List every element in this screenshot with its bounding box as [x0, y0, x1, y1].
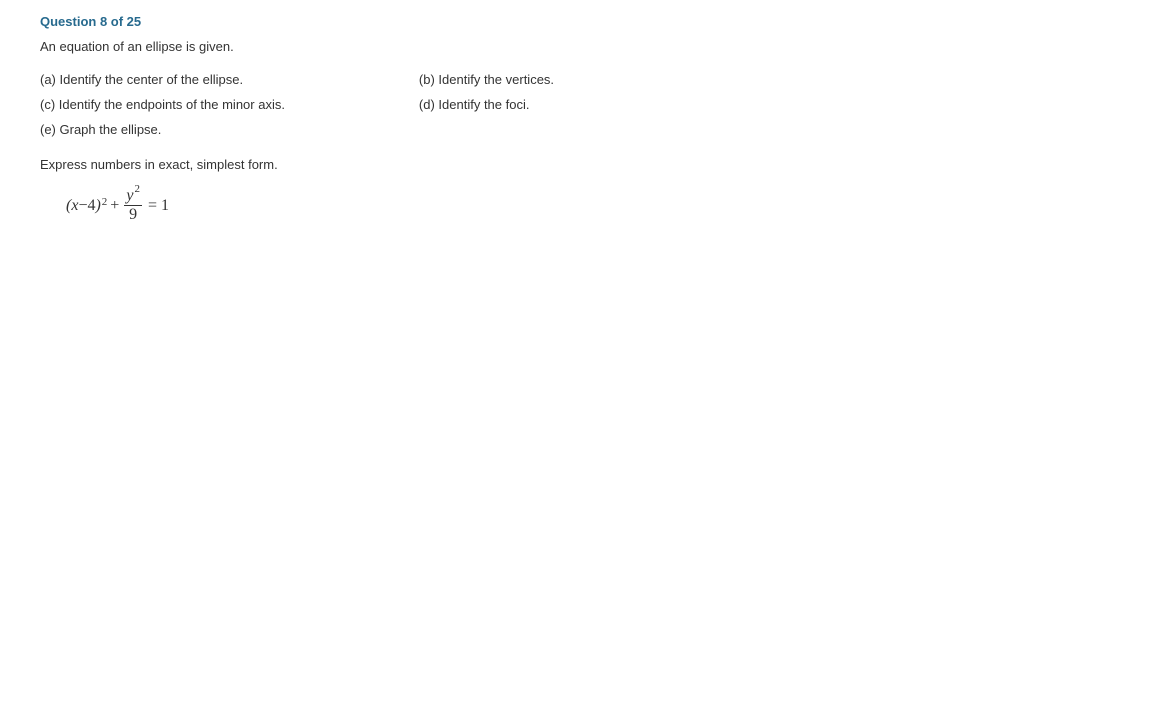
minus-sign: −: [78, 197, 87, 215]
part-d: (d) Identify the foci.: [419, 97, 660, 112]
rhs-value: 1: [161, 197, 169, 214]
right-paren: ): [95, 197, 100, 215]
squared-2: 2: [134, 184, 140, 195]
part-b: (b) Identify the vertices.: [419, 72, 660, 87]
x-variable: x: [71, 197, 78, 215]
parts-list: (a) Identify the center of the ellipse. …: [40, 72, 660, 137]
equals-sign: =: [148, 197, 157, 214]
denominator: 9: [129, 206, 137, 223]
intro-text: An equation of an ellipse is given.: [40, 39, 1112, 54]
ellipse-equation: ( x − 4 ) 2 + y 2 9 = 1: [66, 188, 1112, 223]
plus-sign: +: [110, 197, 119, 215]
question-header: Question 8 of 25: [40, 14, 1112, 29]
instruction-text: Express numbers in exact, simplest form.: [40, 157, 1112, 172]
fraction: y 2 9: [124, 188, 142, 223]
y-variable: y: [126, 188, 133, 204]
part-c: (c) Identify the endpoints of the minor …: [40, 97, 391, 112]
part-a: (a) Identify the center of the ellipse.: [40, 72, 391, 87]
squared-1: 2: [102, 197, 108, 208]
part-e: (e) Graph the ellipse.: [40, 122, 391, 137]
